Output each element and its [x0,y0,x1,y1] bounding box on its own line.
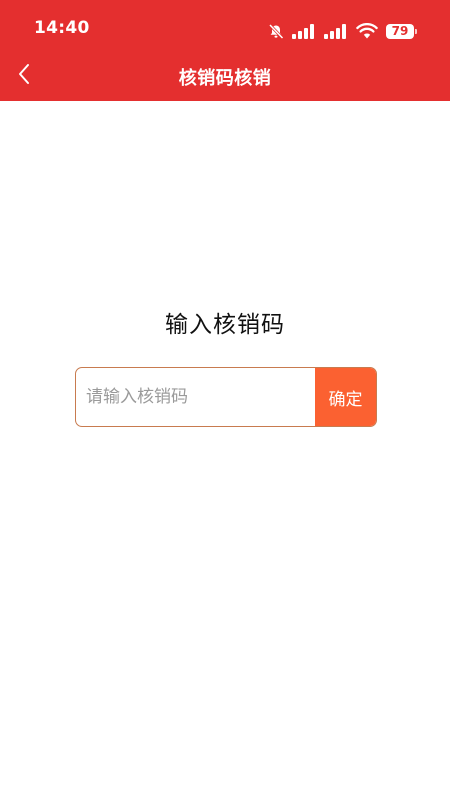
signal-icon [292,23,316,39]
battery-icon: 79 [386,23,417,39]
status-time: 14:40 [34,18,90,38]
wifi-icon [356,23,378,39]
status-bar: 14:40 79 [0,0,450,54]
page-title: 核销码核销 [178,68,272,89]
confirm-button[interactable]: 确定 [315,368,376,426]
verification-screen: 14:40 79 核销码核销 输入核销码 请输入核销码 确定 [0,0,450,800]
verification-code-input[interactable] [76,368,315,426]
verification-form: 确定 [75,367,377,427]
signal-icon [324,23,348,39]
code-heading: 输入核销码 [165,312,285,338]
bell-muted-icon [268,23,284,40]
status-icons: 79 [268,22,417,40]
app-header: 14:40 79 核销码核销 [0,0,450,101]
nav-bar: 核销码核销 [0,54,450,101]
